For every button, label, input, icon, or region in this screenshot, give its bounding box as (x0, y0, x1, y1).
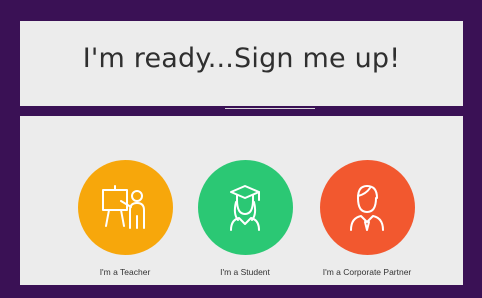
title-divider (225, 108, 315, 109)
student-signup-option[interactable]: I'm a Student (185, 160, 305, 278)
teacher-label: I'm a Teacher (99, 267, 151, 277)
corporate-partner-icon[interactable] (319, 160, 415, 255)
student-label: I'm a Student (220, 267, 270, 277)
signup-options-panel: I'm a Teacher I'm a Student I'm a Corpor… (20, 116, 463, 285)
student-icon[interactable] (197, 160, 293, 255)
page-title: I'm ready...Sign me up! (82, 43, 401, 74)
corporate-partner-signup-option[interactable]: I'm a Corporate Partner (307, 160, 427, 278)
corporate-partner-label: I'm a Corporate Partner (322, 267, 412, 277)
header-panel: I'm ready...Sign me up! (20, 21, 463, 109)
teacher-icon[interactable] (77, 160, 173, 255)
teacher-signup-option[interactable]: I'm a Teacher (65, 160, 185, 278)
